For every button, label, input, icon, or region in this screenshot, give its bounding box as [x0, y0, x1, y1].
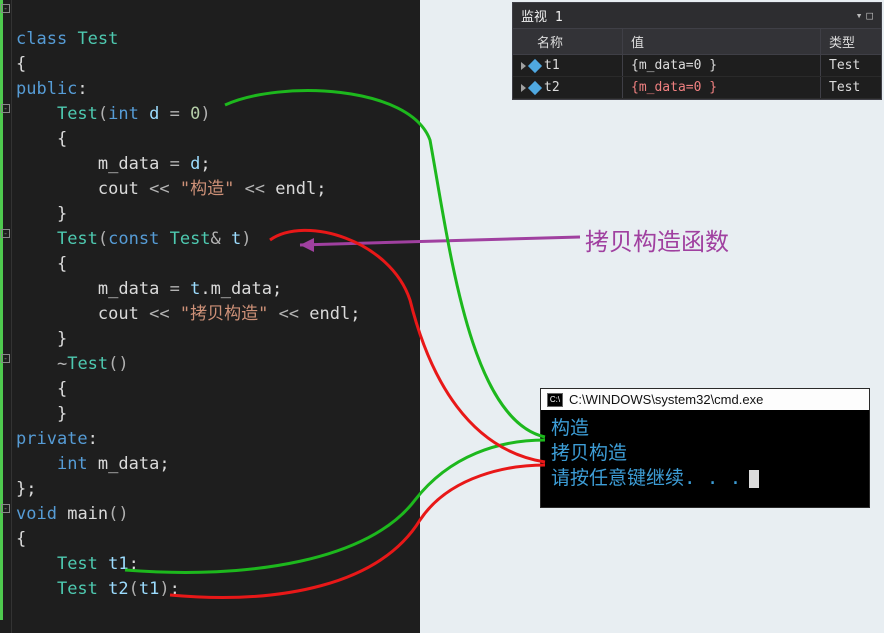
cmd-window[interactable]: C:\ C:\WINDOWS\system32\cmd.exe 构造 拷贝构造 …: [540, 388, 870, 508]
dropdown-icon[interactable]: ▾: [856, 9, 863, 22]
watch-title-text: 监视 1: [521, 6, 563, 25]
annotation-label: 拷贝构造函数: [585, 222, 729, 257]
watch-var-name: t1: [544, 58, 560, 73]
watch-row-t2[interactable]: t2 {m_data=0 } Test: [513, 77, 881, 99]
line-3: public:: [16, 79, 88, 99]
watch-header-row: 名称 值 类型: [513, 28, 881, 55]
code-editor[interactable]: - - - - - class Test { public: Test(int …: [0, 0, 420, 633]
watch-header-value[interactable]: 值: [623, 29, 821, 54]
watch-var-name: t2: [544, 80, 560, 95]
cursor-icon: [749, 470, 759, 488]
watch-title-bar[interactable]: 监视 1 ▾ □: [513, 3, 881, 28]
watch-panel[interactable]: 监视 1 ▾ □ 名称 值 类型 t1 {m_data=0 } Test t2 …: [512, 2, 882, 100]
maximize-icon[interactable]: □: [866, 9, 873, 22]
fold-ctor1[interactable]: -: [1, 104, 10, 113]
line-15: {: [16, 379, 67, 399]
line-14: ~Test(): [16, 354, 129, 374]
line-9: Test(const Test& t): [16, 229, 252, 249]
line-10: {: [16, 254, 67, 274]
watch-controls: ▾ □: [856, 9, 873, 22]
line-12: cout << "拷贝构造" << endl;: [16, 304, 361, 324]
cmd-titlebar[interactable]: C:\ C:\WINDOWS\system32\cmd.exe: [541, 389, 869, 410]
change-bar: [0, 0, 3, 620]
variable-icon: [528, 58, 542, 72]
line-13: }: [16, 329, 67, 349]
gutter: - - - - -: [0, 0, 12, 633]
line-17: private:: [16, 429, 98, 449]
watch-header-type[interactable]: 类型: [821, 29, 881, 54]
watch-var-value: {m_data=0 }: [623, 55, 821, 76]
fold-main[interactable]: -: [1, 504, 10, 513]
line-2: {: [16, 54, 26, 74]
line-19: };: [16, 479, 37, 499]
watch-row-t1[interactable]: t1 {m_data=0 } Test: [513, 55, 881, 77]
line-4: Test(int d = 0): [16, 104, 211, 124]
code-area[interactable]: class Test { public: Test(int d = 0) { m…: [12, 0, 420, 633]
variable-icon: [528, 80, 542, 94]
line-20: void main(): [16, 504, 129, 524]
watch-header-name[interactable]: 名称: [513, 29, 623, 54]
watch-var-type: Test: [821, 55, 881, 76]
cmd-body: 构造 拷贝构造 请按任意键继续. . .: [541, 410, 869, 507]
line-18: int m_data;: [16, 454, 170, 474]
expand-icon[interactable]: [521, 84, 526, 92]
line-5: {: [16, 129, 67, 149]
cmd-title-text: C:\WINDOWS\system32\cmd.exe: [569, 392, 763, 407]
cmd-icon: C:\: [547, 393, 563, 407]
cmd-line: 拷贝构造: [551, 441, 859, 466]
cmd-line: 构造: [551, 416, 859, 441]
line-8: }: [16, 204, 67, 224]
fold-class[interactable]: -: [1, 4, 10, 13]
line-1: class Test: [16, 29, 118, 49]
watch-var-type: Test: [821, 77, 881, 98]
fold-ctor2[interactable]: -: [1, 229, 10, 238]
line-6: m_data = d;: [16, 154, 211, 174]
line-16: }: [16, 404, 67, 424]
fold-dtor[interactable]: -: [1, 354, 10, 363]
watch-var-value: {m_data=0 }: [623, 77, 821, 98]
cmd-line: 请按任意键继续. . .: [551, 466, 859, 491]
expand-icon[interactable]: [521, 62, 526, 70]
line-11: m_data = t.m_data;: [16, 279, 282, 299]
line-22: Test t1;: [16, 554, 139, 574]
line-7: cout << "构造" << endl;: [16, 179, 327, 199]
line-21: {: [16, 529, 26, 549]
line-23: Test t2(t1);: [16, 579, 180, 599]
